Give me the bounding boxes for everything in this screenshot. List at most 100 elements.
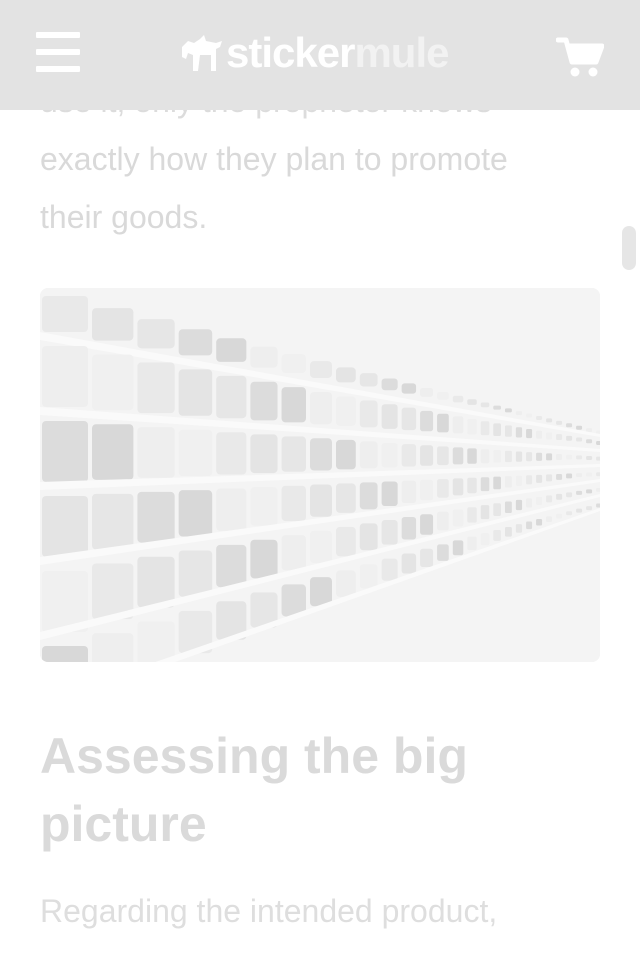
can <box>536 430 543 439</box>
can <box>493 529 501 541</box>
can <box>515 427 523 438</box>
can <box>576 508 583 513</box>
cans-on-shelves-illustration <box>40 288 600 662</box>
can <box>401 444 417 467</box>
can <box>480 402 490 408</box>
can <box>401 480 417 504</box>
mule-logo-icon <box>182 35 222 71</box>
shopping-cart-icon[interactable] <box>555 36 605 78</box>
section-heading: Assessing the big picture <box>40 728 468 852</box>
can <box>42 421 88 482</box>
can <box>493 405 501 410</box>
can <box>42 296 88 332</box>
can <box>586 489 593 494</box>
can <box>586 428 593 433</box>
can <box>576 473 583 478</box>
can <box>556 454 563 460</box>
can <box>216 544 247 588</box>
can <box>576 490 583 495</box>
can <box>556 420 563 425</box>
can <box>493 450 501 463</box>
can <box>546 418 553 423</box>
can <box>546 516 553 522</box>
can <box>437 391 449 400</box>
can <box>216 375 247 419</box>
can <box>556 493 563 500</box>
can <box>420 514 434 535</box>
can <box>504 501 512 513</box>
can <box>526 428 533 439</box>
can <box>467 536 477 551</box>
can <box>250 487 278 526</box>
can <box>335 570 356 598</box>
can <box>309 361 332 378</box>
can <box>566 423 573 428</box>
can <box>586 439 593 444</box>
can <box>381 442 398 468</box>
can <box>309 577 332 607</box>
can <box>452 540 464 556</box>
can <box>178 429 213 477</box>
can <box>515 411 523 416</box>
can <box>586 472 593 477</box>
site-header: stickermule <box>0 0 640 110</box>
can <box>335 483 356 513</box>
can <box>596 440 600 445</box>
can <box>467 507 477 523</box>
can <box>381 378 398 391</box>
can <box>504 408 512 413</box>
can <box>536 474 543 483</box>
can <box>281 485 306 522</box>
can <box>92 424 134 480</box>
body-paragraph: Regarding the intended product, <box>40 882 600 940</box>
can <box>504 450 512 463</box>
can <box>596 503 600 508</box>
can <box>309 391 332 425</box>
can <box>526 475 533 485</box>
hamburger-menu-icon[interactable] <box>36 32 82 74</box>
scrollbar-thumb[interactable] <box>622 226 636 270</box>
can <box>515 475 523 486</box>
can <box>504 526 512 537</box>
can <box>137 491 175 543</box>
can <box>137 427 175 478</box>
can <box>437 544 449 561</box>
can <box>452 416 464 434</box>
can <box>92 308 134 341</box>
can <box>335 396 356 426</box>
can <box>556 473 563 480</box>
can <box>452 395 464 403</box>
can <box>420 410 434 432</box>
can <box>178 550 213 597</box>
can <box>401 517 417 540</box>
logo-word-sticker: sticker <box>226 29 355 76</box>
can <box>566 435 573 441</box>
logo-word-mule: mule <box>354 29 449 76</box>
can <box>381 481 398 507</box>
can <box>596 456 600 461</box>
can <box>309 530 332 564</box>
can <box>546 474 553 482</box>
can <box>92 493 134 550</box>
can <box>401 553 417 574</box>
can <box>437 511 449 531</box>
sticker-mule-logo[interactable]: stickermule <box>180 28 449 78</box>
can <box>437 413 449 433</box>
can <box>137 319 175 349</box>
can <box>309 438 332 471</box>
can <box>566 492 573 498</box>
can <box>420 479 434 501</box>
can <box>42 646 88 662</box>
can <box>536 452 543 461</box>
can <box>596 472 600 477</box>
can <box>381 558 398 581</box>
can <box>381 520 398 545</box>
can <box>437 479 449 498</box>
can <box>178 369 213 416</box>
can <box>515 499 523 511</box>
can <box>536 518 543 526</box>
can <box>566 473 573 479</box>
can <box>359 441 378 469</box>
can <box>381 404 398 429</box>
can <box>420 548 434 567</box>
